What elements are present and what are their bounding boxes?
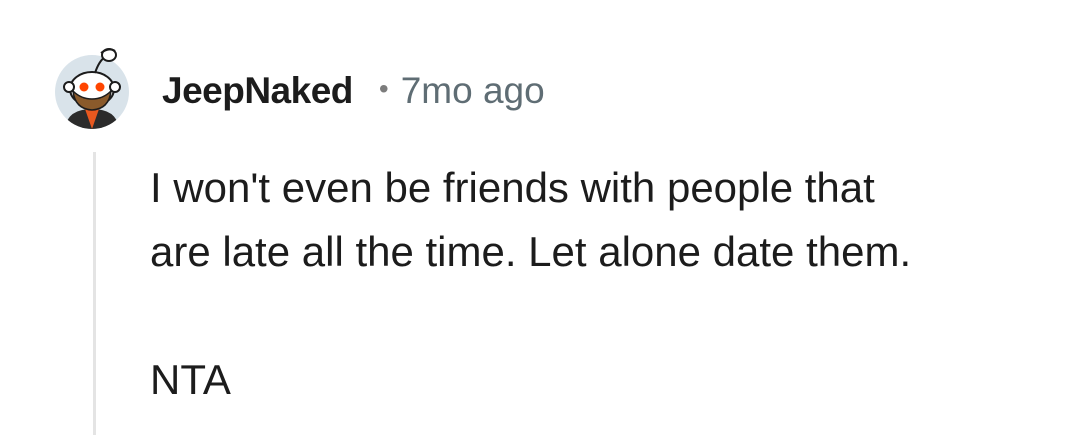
snoo-avatar-icon bbox=[55, 48, 129, 129]
user-avatar[interactable] bbox=[55, 47, 135, 129]
username-link[interactable]: JeepNaked bbox=[162, 70, 353, 112]
comment-body: I won't even be friends with people that… bbox=[150, 156, 1050, 412]
separator-dot: • bbox=[378, 73, 389, 104]
comment-paragraph: I won't even be friends with people that… bbox=[150, 156, 1050, 284]
thread-line[interactable] bbox=[93, 152, 96, 435]
comment-verdict: NTA bbox=[150, 356, 231, 403]
comment: JeepNaked • 7mo ago I won't even be frie… bbox=[0, 0, 1080, 435]
comment-timestamp: 7mo ago bbox=[400, 70, 545, 111]
comment-line-2: are late all the time. Let alone date th… bbox=[150, 228, 912, 275]
comment-header: JeepNaked • 7mo ago bbox=[162, 66, 545, 116]
comment-line-1: I won't even be friends with people that bbox=[150, 164, 875, 211]
